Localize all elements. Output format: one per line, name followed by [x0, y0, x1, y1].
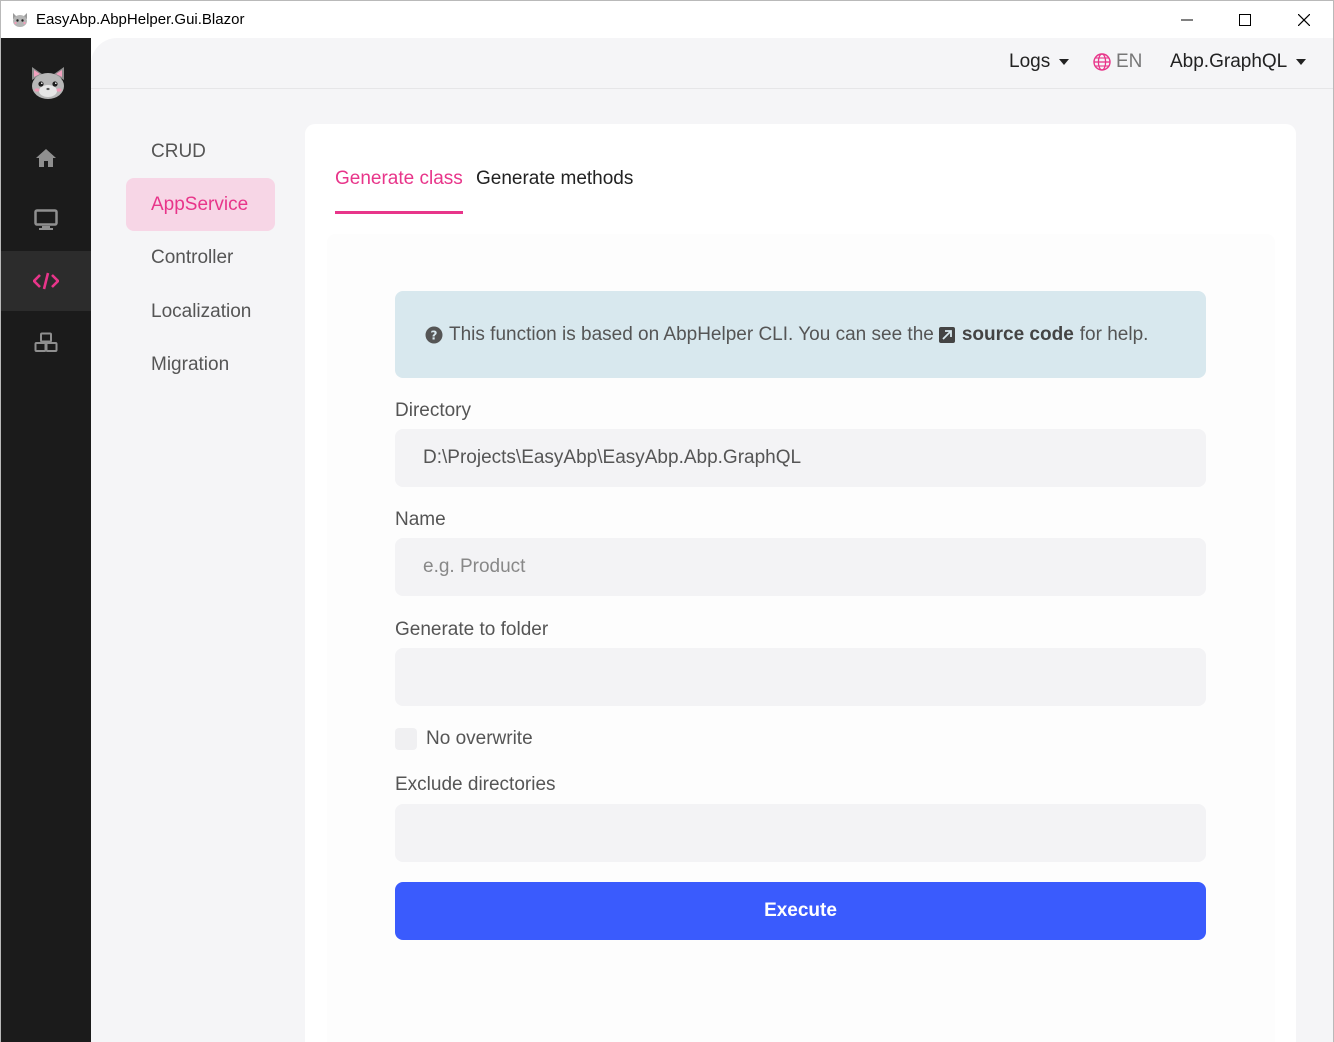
cat-app-icon: [13, 13, 27, 27]
language-selector[interactable]: EN: [1093, 51, 1142, 73]
close-button[interactable]: [1275, 1, 1333, 39]
rail-item-cubes[interactable]: [1, 313, 91, 373]
content-card: Generate class Generate methods ? This f…: [305, 124, 1296, 1042]
exclude-label: Exclude directories: [395, 774, 556, 795]
window-title-bar: EasyAbp.AbpHelper.Gui.Blazor: [0, 0, 1334, 38]
logs-label: Logs: [1009, 51, 1051, 72]
folder-label: Generate to folder: [395, 619, 549, 640]
cat-logo-icon[interactable]: [28, 64, 68, 102]
form-panel: ? This function is based on AbpHelper CL…: [327, 234, 1275, 1042]
exclude-input[interactable]: [395, 804, 1206, 862]
top-bar: Logs EN Abp.GraphQL: [91, 38, 1333, 89]
rail-item-home[interactable]: [1, 128, 91, 188]
caret-down-icon: [1059, 59, 1070, 65]
maximize-icon: [1239, 14, 1251, 26]
no-overwrite-row: No overwrite: [395, 728, 533, 750]
project-label: Abp.GraphQL: [1170, 51, 1288, 72]
question-circle-icon: ?: [425, 326, 443, 343]
subnav-item-label: Controller: [151, 246, 234, 268]
subnav-item-controller[interactable]: Controller: [126, 231, 275, 284]
monitor-icon: [34, 209, 58, 230]
close-icon: [1298, 14, 1310, 26]
execute-button[interactable]: Execute: [395, 882, 1206, 940]
project-dropdown[interactable]: Abp.GraphQL: [1170, 51, 1307, 73]
language-label: EN: [1116, 51, 1143, 72]
name-input[interactable]: [395, 538, 1206, 596]
folder-input[interactable]: [395, 648, 1206, 706]
external-link-icon: [938, 326, 955, 343]
subnav-item-migration[interactable]: Migration: [126, 338, 275, 391]
tab-generate-class[interactable]: Generate class: [335, 168, 463, 214]
home-icon: [36, 149, 56, 167]
subnav-item-label: Localization: [151, 300, 252, 322]
rail-item-monitor[interactable]: [1, 190, 91, 250]
cubes-icon: [34, 332, 58, 352]
main-area: Logs EN Abp.GraphQL CRUD AppService Cont…: [91, 38, 1334, 1042]
alert-text-before: This function is based on AbpHelper CLI.…: [449, 323, 934, 345]
source-code-link[interactable]: source code: [962, 324, 1074, 346]
minimize-button[interactable]: [1158, 1, 1216, 39]
directory-label: Directory: [395, 400, 472, 421]
subnav-item-label: AppService: [151, 193, 249, 215]
subnav-item-label: Migration: [151, 353, 230, 375]
subnav-item-appservice[interactable]: AppService: [126, 178, 275, 231]
caret-down-icon: [1296, 59, 1307, 65]
logs-dropdown[interactable]: Logs: [1009, 51, 1070, 73]
minimize-icon: [1181, 19, 1193, 21]
subnav-item-crud[interactable]: CRUD: [126, 125, 275, 178]
svg-text:?: ?: [431, 328, 438, 342]
info-alert: ? This function is based on AbpHelper CL…: [395, 291, 1206, 378]
subnav-item-localization[interactable]: Localization: [126, 285, 275, 338]
no-overwrite-label: No overwrite: [426, 728, 533, 749]
window-title: EasyAbp.AbpHelper.Gui.Blazor: [36, 11, 245, 28]
code-icon: [33, 272, 59, 290]
alert-text-after: for help.: [1079, 323, 1149, 345]
subnav-item-label: CRUD: [151, 140, 206, 162]
rail-item-code[interactable]: [1, 251, 91, 311]
maximize-button[interactable]: [1216, 1, 1274, 39]
no-overwrite-checkbox[interactable]: [395, 728, 417, 750]
name-label: Name: [395, 509, 446, 530]
tab-generate-methods[interactable]: Generate methods: [476, 168, 633, 214]
globe-icon: [1093, 53, 1111, 71]
side-rail: [0, 38, 91, 1042]
directory-field[interactable]: [395, 429, 1206, 487]
